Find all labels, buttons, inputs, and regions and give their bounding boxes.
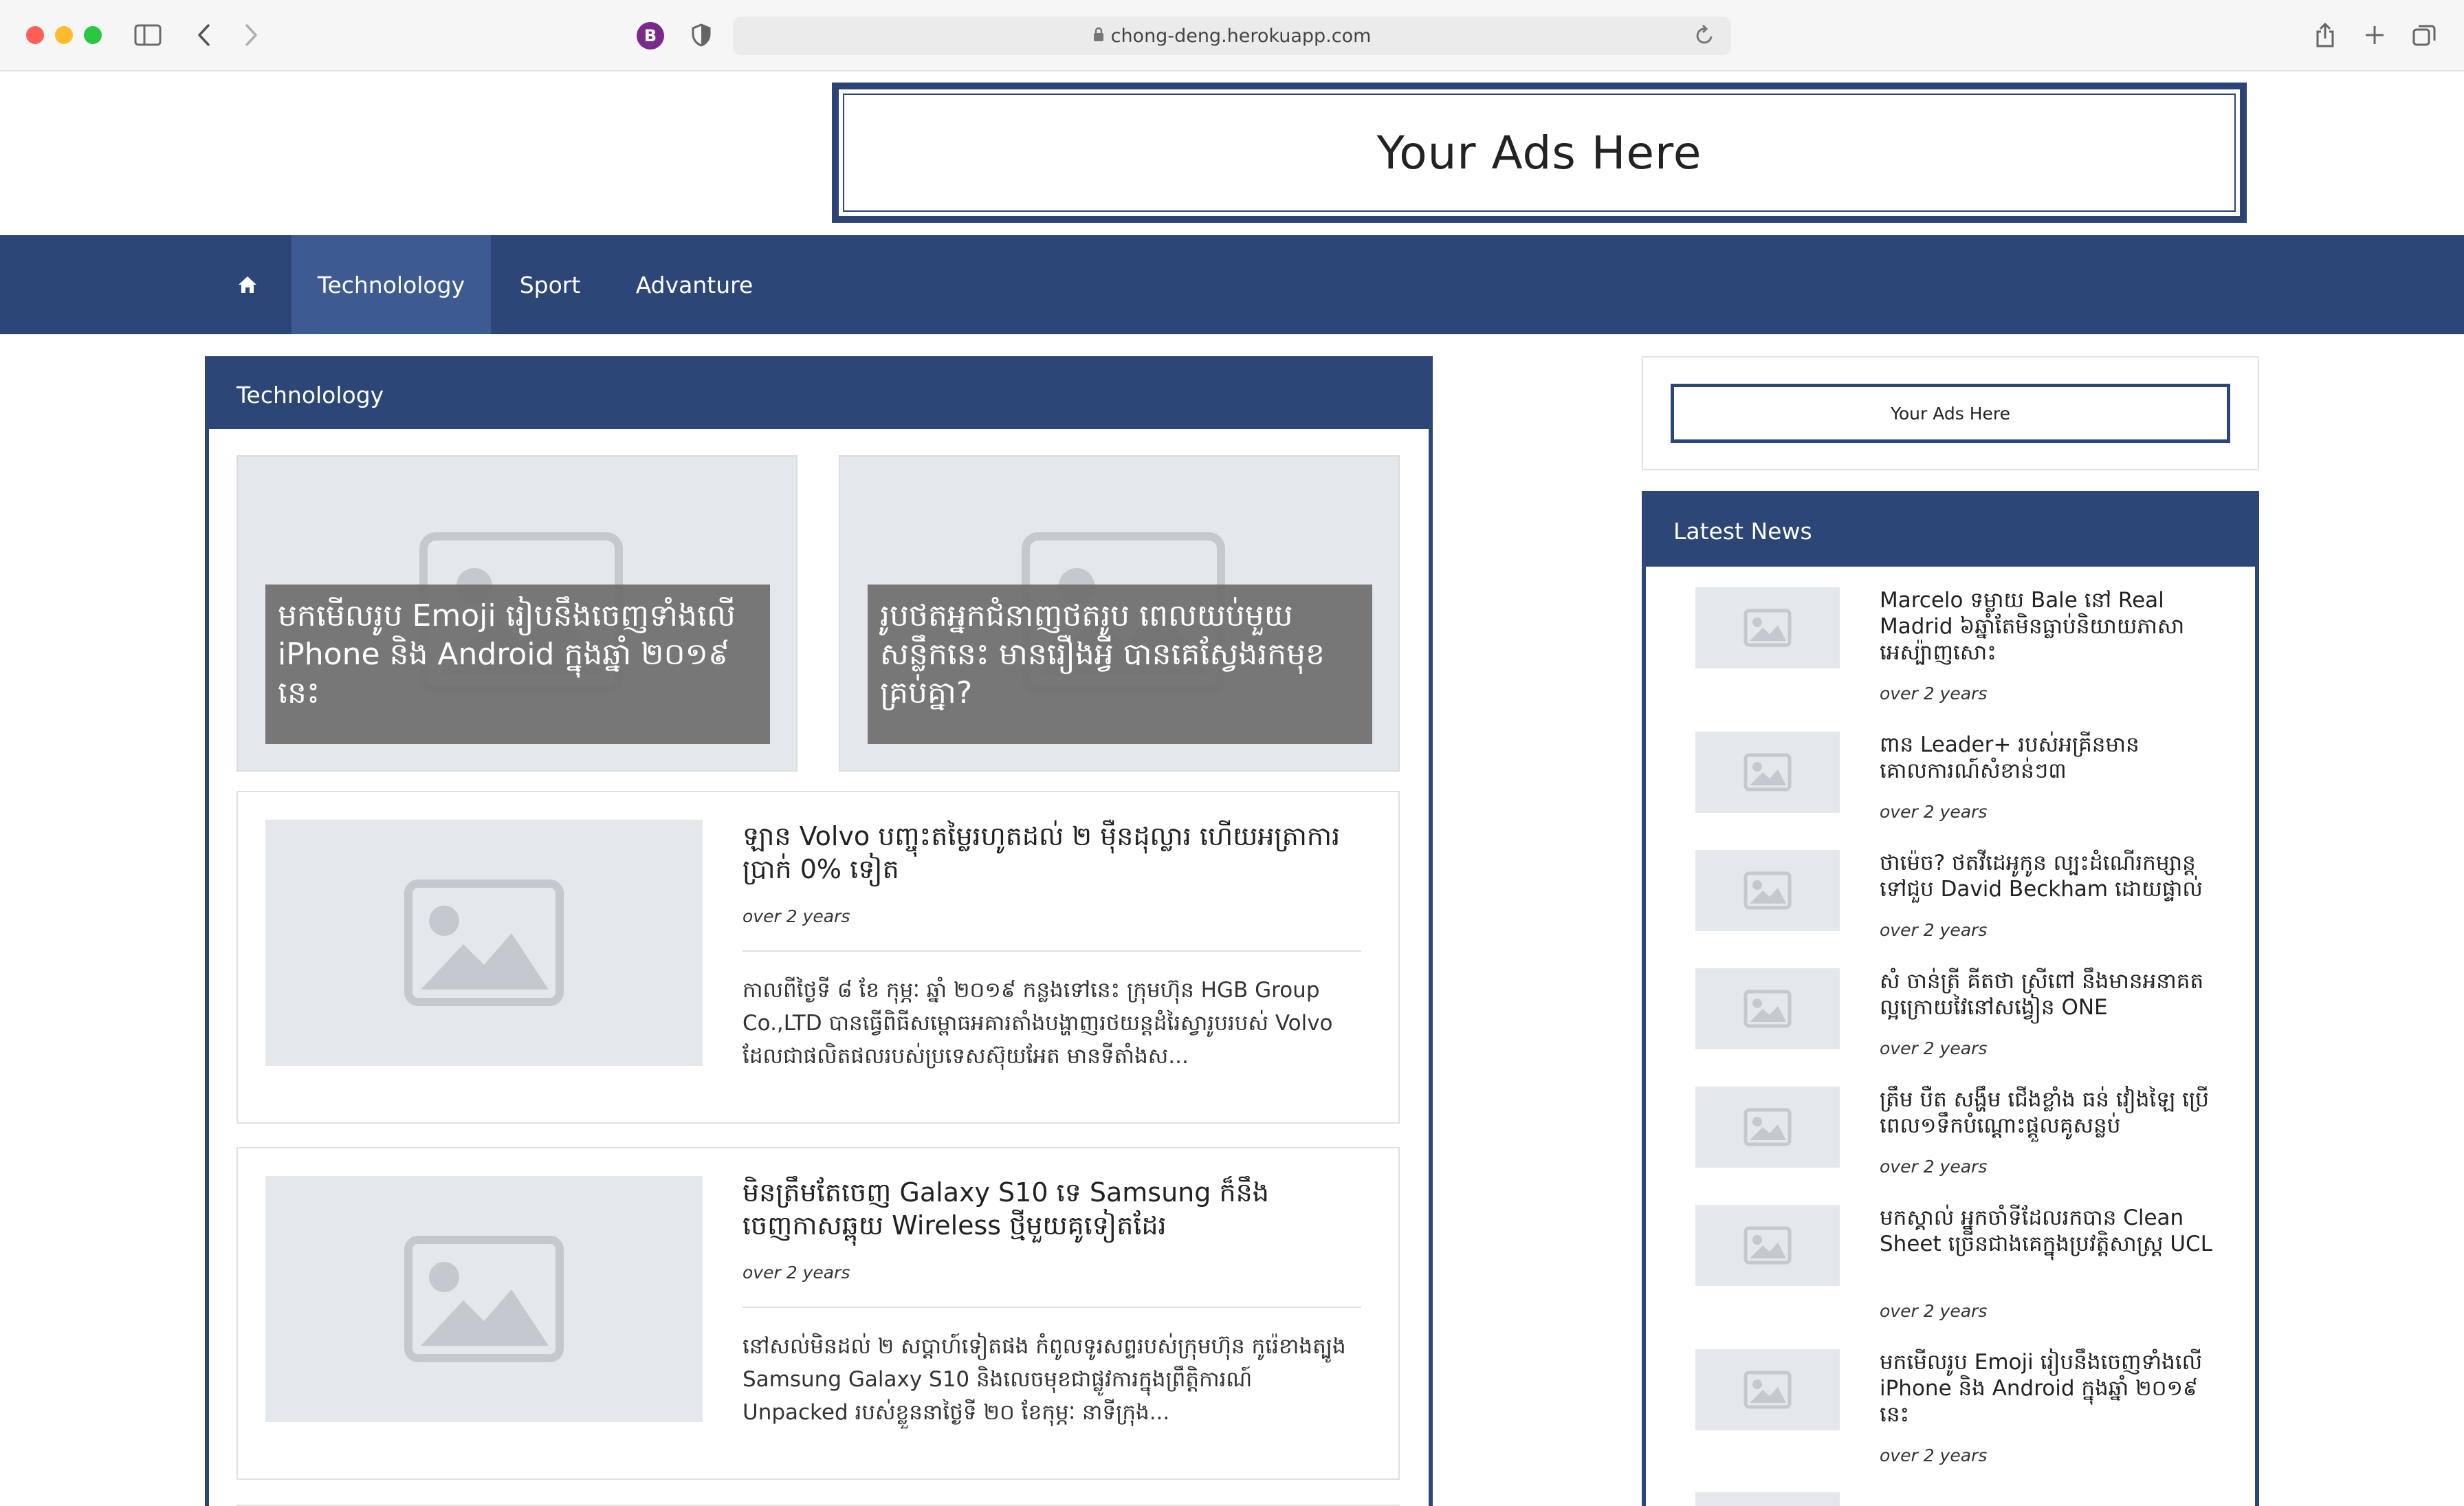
news-time: over 2 years <box>1880 802 1988 822</box>
news-thumbnail[interactable] <box>1695 1087 1840 1168</box>
image-placeholder-icon <box>1744 871 1792 910</box>
image-placeholder-icon <box>1744 609 1792 647</box>
top-banner-ad[interactable]: Your Ads Here <box>832 83 2247 223</box>
image-placeholder-icon <box>1744 1108 1792 1146</box>
image-placeholder-icon <box>404 880 564 1006</box>
nav-home-link[interactable] <box>220 235 275 334</box>
divider <box>742 1307 1361 1308</box>
sidebar-toggle-icon[interactable] <box>133 19 162 51</box>
news-title[interactable]: មកស្គាល់ អ្នកចាំទីដែលរកបាន Clean Sheet ច… <box>1880 1205 2223 1257</box>
featured-title[interactable]: មកមើលរូប Emoji រៀបនឹងចេញទាំងលើ iPhone និ… <box>265 585 770 744</box>
zoom-window-button[interactable] <box>84 26 102 44</box>
featured-card[interactable]: មកមើលរូប Emoji រៀបនឹងចេញទាំងលើ iPhone និ… <box>236 455 798 772</box>
news-time: over 2 years <box>1880 1445 1988 1465</box>
news-thumbnail[interactable] <box>1695 1205 1840 1286</box>
article-card[interactable]: ឡាន Volvo បញ្ចុះតម្លៃរហូតដល់ ២ ម៉ឺនដុល្ល… <box>236 791 1400 1124</box>
address-bar[interactable]: chong-deng.herokuapp.com <box>733 17 1731 55</box>
minimize-window-button[interactable] <box>55 26 73 44</box>
banner-ad-text: Your Ads Here <box>1376 126 1702 179</box>
image-placeholder-icon <box>1744 1226 1792 1265</box>
article-title[interactable]: មិនត្រឹមតែចេញ Galaxy S10 ទេ Samsung ក៏នឹ… <box>742 1176 1361 1242</box>
sidebar-ad-box: Your Ads Here <box>1642 356 2259 470</box>
divider <box>742 950 1361 952</box>
new-tab-icon[interactable] <box>2361 19 2388 51</box>
close-window-button[interactable] <box>26 26 44 44</box>
image-placeholder-icon <box>1744 990 1792 1028</box>
news-thumbnail[interactable] <box>1695 1349 1840 1430</box>
latest-news-panel: Latest News Marcelo ទម្លាយ Bale នៅ Real … <box>1642 491 2259 1506</box>
article-excerpt: កាលពីថ្ងៃទី ៨ ខែ កុម្ភៈ ឆ្នាំ ២០១៩ កន្លង… <box>742 978 1333 1069</box>
news-time: over 2 years <box>1880 1038 1988 1058</box>
latest-news-heading: Latest News <box>1646 495 2255 567</box>
news-title[interactable]: សំ ចាន់ត្រី គីតថា ស្រីពៅ នឹងមានអនាគតល្អក… <box>1880 968 2223 1021</box>
featured-title[interactable]: រូបថតអ្នកជំនាញថតរូប ពេលយប់មួយសន្លឹកនេះ ម… <box>868 585 1372 744</box>
article-excerpt: នៅសល់មិនដល់ ២ សប្តាហ៍ទៀតផង កំពូលទូរសព្ទរ… <box>742 1334 1346 1425</box>
image-placeholder-icon <box>1744 1371 1792 1409</box>
section-heading: Technolology <box>209 360 1429 429</box>
news-thumbnail[interactable] <box>1695 732 1840 813</box>
nav-item-advanture[interactable]: Advanture <box>632 235 756 334</box>
home-icon <box>239 276 256 293</box>
browser-toolbar: B chong-deng.herokuapp.com <box>0 0 2464 72</box>
image-placeholder-icon <box>1744 753 1792 792</box>
article-image[interactable] <box>265 1176 703 1422</box>
article-time: over 2 years <box>742 906 850 926</box>
main-navbar: Technolology Sport Advanture <box>0 235 2464 334</box>
reload-icon[interactable] <box>1695 24 1715 50</box>
back-arrow-icon[interactable] <box>190 19 217 51</box>
nav-item-sport[interactable]: Sport <box>502 235 598 334</box>
sidebar-ad[interactable]: Your Ads Here <box>1671 384 2230 443</box>
news-time: over 2 years <box>1880 1301 1988 1321</box>
news-thumbnail[interactable] <box>1695 968 1840 1049</box>
nav-item-technolology[interactable]: Technolology <box>292 235 491 334</box>
news-time: over 2 years <box>1880 920 1988 940</box>
news-title[interactable]: មកមើលរូប Emoji រៀបនឹងចេញទាំងលើ iPhone និ… <box>1880 1349 2223 1428</box>
tab-overview-icon[interactable] <box>2410 19 2438 51</box>
article-time: over 2 years <box>742 1263 850 1283</box>
featured-card[interactable]: រូបថតអ្នកជំនាញថតរូប ពេលយប់មួយសន្លឹកនេះ ម… <box>839 455 1400 772</box>
article-image[interactable] <box>265 820 703 1066</box>
news-title[interactable]: Marcelo ទម្លាយ Bale នៅ Real Madrid ៦ឆ្នា… <box>1880 587 2223 666</box>
news-thumbnail[interactable] <box>1695 1492 1840 1506</box>
article-title[interactable]: ឡាន Volvo បញ្ចុះតម្លៃរហូតដល់ ២ ម៉ឺនដុល្ល… <box>742 820 1361 886</box>
news-title[interactable]: ត្រឹម បឺត សង្ហឹម ជើងខ្លាំង ធន់ វៀងឡៃ ប្រ… <box>1880 1087 2223 1139</box>
url-text: chong-deng.herokuapp.com <box>1110 25 1372 47</box>
technology-section: Technolology មកមើលរូប Emoji រៀបនឹងចេញទាំ… <box>205 356 1433 1506</box>
news-time: over 2 years <box>1880 684 1988 703</box>
article-card[interactable]: មិនត្រឹមតែចេញ Galaxy S10 ទេ Samsung ក៏នឹ… <box>236 1147 1400 1480</box>
lock-icon <box>1093 25 1104 47</box>
news-thumbnail[interactable] <box>1695 587 1840 668</box>
news-title[interactable]: ថាម៉េច? ថតវីដេអូកូន ល្បះដំណើរកម្សាន្តទៅជ… <box>1880 850 2223 902</box>
image-placeholder-icon <box>404 1236 564 1362</box>
privacy-shield-icon[interactable] <box>688 19 715 51</box>
news-title[interactable]: ពាន Leader+ របស់អគ្រីនមានគោលការណ៍សំខាន់ៗ… <box>1880 732 2223 784</box>
news-time: over 2 years <box>1880 1157 1988 1177</box>
news-thumbnail[interactable] <box>1695 850 1840 931</box>
share-icon[interactable] <box>2311 19 2339 51</box>
forward-arrow-icon[interactable] <box>238 19 265 51</box>
extension-b-icon[interactable]: B <box>637 22 664 50</box>
